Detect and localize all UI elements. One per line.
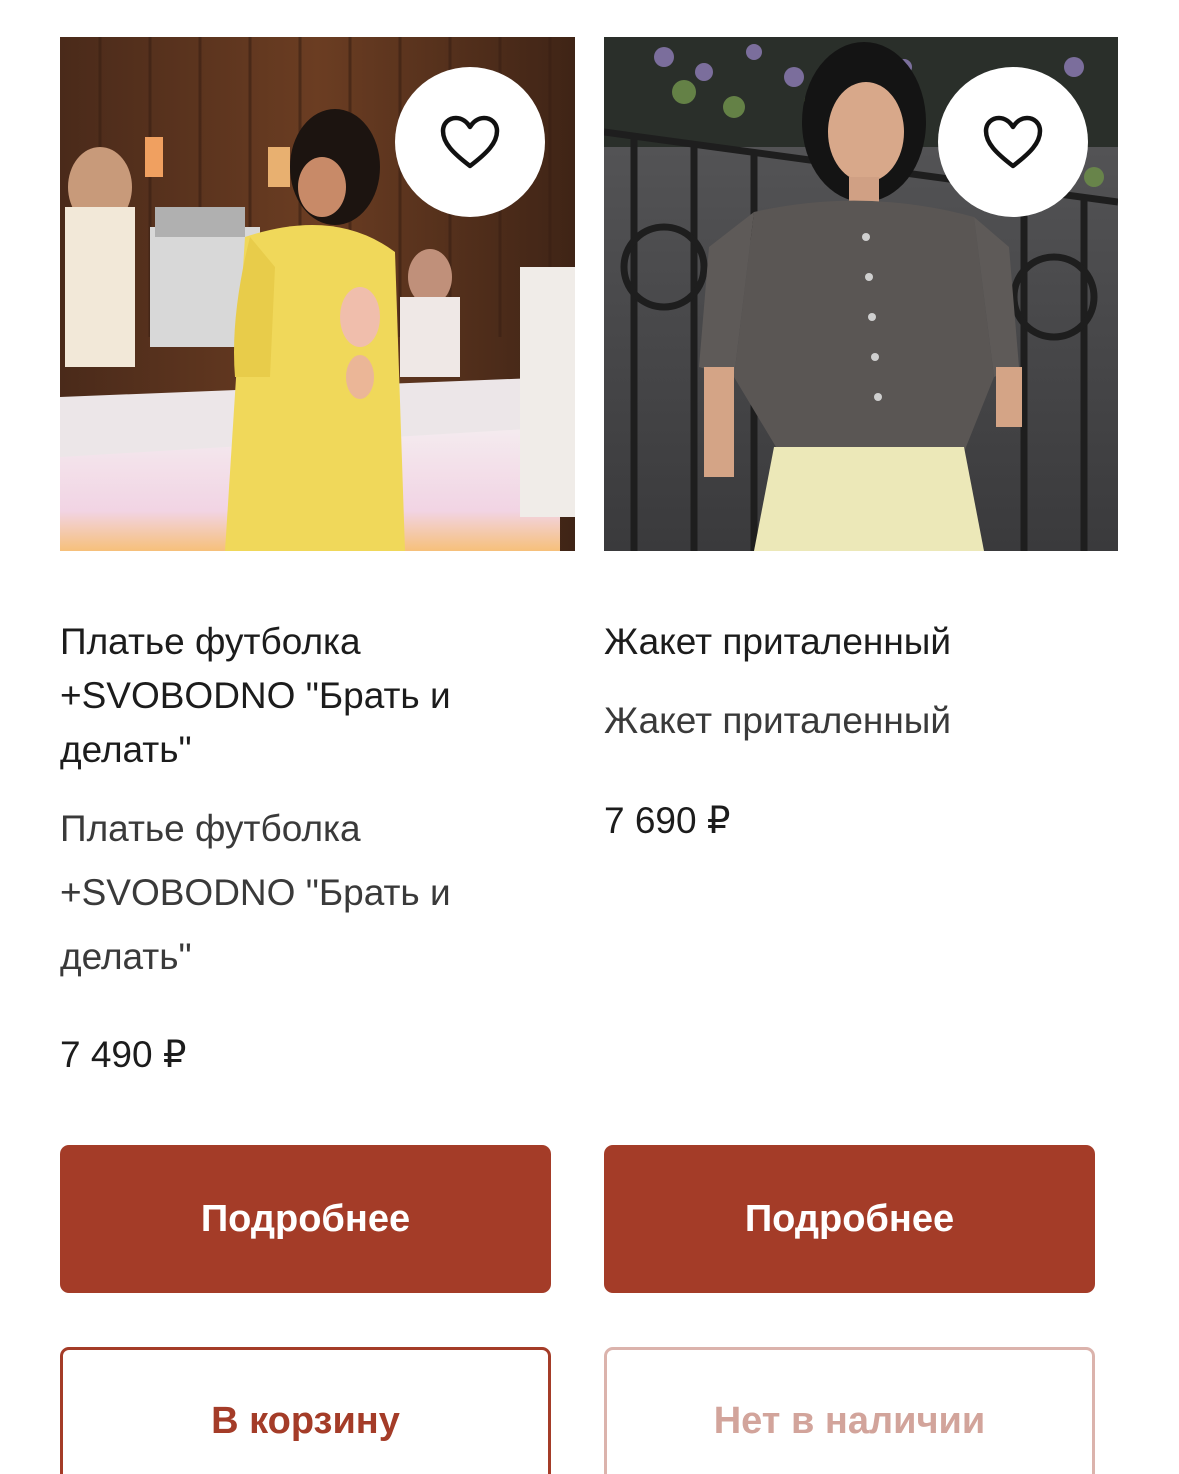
product-card: Жакет приталенный Жакет приталенный 7 69… [604,37,1118,1474]
details-button[interactable]: Подробнее [60,1145,551,1293]
product-subtitle: Платье футболка +SVOBODNO "Брать и делат… [60,808,451,977]
out-of-stock-button: Нет в наличии [604,1347,1095,1474]
heart-outline-icon [983,115,1043,169]
product-photo[interactable] [60,37,575,551]
product-title[interactable]: Жакет приталенный [604,615,1094,669]
product-title[interactable]: Платье футболка +SVOBODNO "Брать и делат… [60,615,550,777]
product-price: 7 690 ₽ [604,800,731,841]
favorite-button[interactable] [395,67,545,217]
add-to-cart-button[interactable]: В корзину [60,1347,551,1474]
product-price: 7 490 ₽ [60,1034,187,1075]
product-photo[interactable] [604,37,1118,551]
product-grid: Платье футболка +SVOBODNO "Брать и делат… [0,0,1179,1474]
details-button[interactable]: Подробнее [604,1145,1095,1293]
product-subtitle: Жакет приталенный [604,700,952,741]
favorite-button[interactable] [938,67,1088,217]
product-card: Платье футболка +SVOBODNO "Брать и делат… [60,37,575,1474]
heart-outline-icon [440,115,500,169]
